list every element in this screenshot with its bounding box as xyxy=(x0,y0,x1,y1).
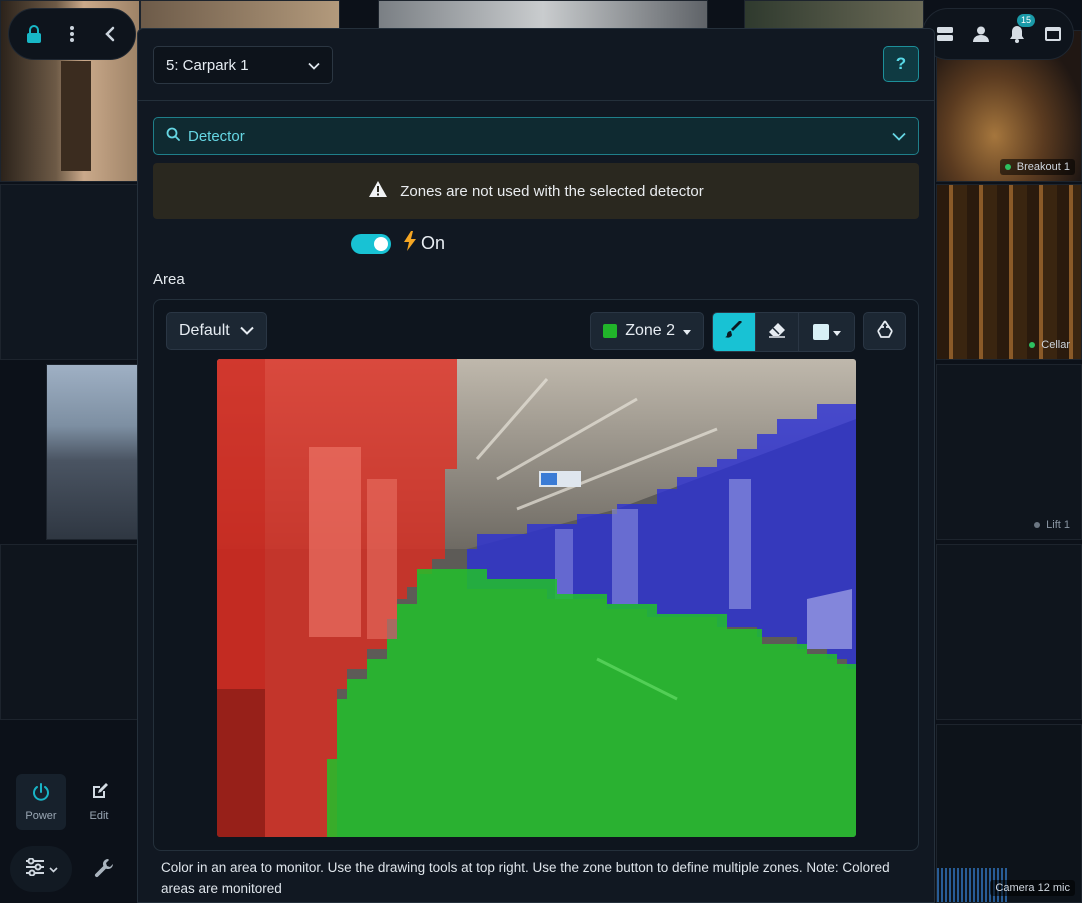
bell-icon[interactable]: 15 xyxy=(1007,14,1035,44)
camera-tile-mic[interactable]: Camera 12 mic xyxy=(936,724,1082,903)
zone-overlay-image[interactable] xyxy=(217,359,856,837)
color-swatch xyxy=(812,324,829,340)
tile-label: Cellar xyxy=(1024,337,1075,353)
camera-tile-top-2[interactable] xyxy=(378,0,708,30)
caret-down-icon xyxy=(683,322,691,340)
camera-zone-canvas[interactable] xyxy=(217,359,856,837)
camera-tile-empty[interactable] xyxy=(0,544,140,720)
help-text: Color in an area to monitor. Use the dra… xyxy=(161,860,890,896)
chevron-down-icon xyxy=(892,128,906,145)
eraser-icon xyxy=(768,322,786,343)
more-vertical-icon[interactable] xyxy=(63,25,81,43)
top-left-toolbar xyxy=(8,8,136,60)
tile-label: Lift 1 xyxy=(1029,517,1075,533)
power-label: Power xyxy=(25,809,57,822)
enable-toggle[interactable] xyxy=(351,233,391,254)
camera-tile-top-3[interactable] xyxy=(744,0,924,30)
top-right-toolbar: 15 xyxy=(922,8,1074,60)
chevron-left-icon[interactable] xyxy=(101,25,119,43)
preset-dropdown[interactable]: Default xyxy=(166,312,267,350)
tile-label: Camera 12 mic xyxy=(990,880,1075,896)
brush-tool-button[interactable] xyxy=(713,313,756,351)
edit-button[interactable]: Edit xyxy=(74,774,124,830)
tile-label: Breakout 1 xyxy=(999,159,1075,175)
power-button[interactable]: Power xyxy=(16,774,66,830)
camera-select[interactable]: 5: Carpark 1 xyxy=(153,46,333,84)
warning-banner: Zones are not used with the selected det… xyxy=(153,163,919,219)
toggle-label: On xyxy=(421,233,446,253)
power-icon xyxy=(32,782,50,804)
camera-tile-empty[interactable] xyxy=(936,544,1082,720)
chevron-down-icon xyxy=(48,862,58,876)
camera-tile-city[interactable] xyxy=(46,364,138,540)
help-button[interactable]: ? xyxy=(883,46,919,82)
caret-down-icon xyxy=(832,323,841,341)
search-icon xyxy=(166,127,180,145)
zone-color-swatch xyxy=(603,324,618,338)
warning-icon xyxy=(368,180,388,202)
layers-icon[interactable] xyxy=(935,24,955,44)
zone-label: Zone 2 xyxy=(625,322,675,339)
recycle-icon xyxy=(876,320,894,343)
wrench-icon[interactable] xyxy=(94,858,114,883)
zone-editor-dialog: 5: Carpark 1 ? Detector Zones are not us… xyxy=(137,28,935,903)
detector-select[interactable]: Detector xyxy=(153,117,919,155)
clear-zones-button[interactable] xyxy=(863,312,906,350)
chevron-down-icon xyxy=(308,57,320,74)
drawing-tools: Zone 2 xyxy=(590,312,906,352)
lightning-icon xyxy=(403,231,417,256)
brush-icon xyxy=(725,319,743,344)
camera-select-value: 5: Carpark 1 xyxy=(166,56,249,74)
area-editor: Default Zone 2 xyxy=(153,299,919,851)
window-icon[interactable] xyxy=(1043,24,1063,44)
camera-tile-lift[interactable]: Lift 1 xyxy=(936,364,1082,540)
lock-icon[interactable] xyxy=(25,25,43,43)
camera-tile-empty[interactable] xyxy=(0,184,140,360)
zone-dropdown[interactable]: Zone 2 xyxy=(590,312,704,350)
dialog-header: 5: Carpark 1 ? xyxy=(138,29,934,101)
notification-badge: 15 xyxy=(1016,14,1035,27)
user-icon[interactable] xyxy=(971,24,991,44)
warning-text: Zones are not used with the selected det… xyxy=(400,182,704,200)
edit-icon xyxy=(90,782,108,804)
camera-tile-cellar[interactable]: Cellar xyxy=(936,184,1082,360)
camera-tile-top-1[interactable] xyxy=(140,0,340,30)
color-picker-button[interactable] xyxy=(799,313,854,351)
eraser-tool-button[interactable] xyxy=(756,313,799,351)
enable-row: On xyxy=(351,231,445,256)
area-heading: Area xyxy=(153,271,185,288)
edit-label: Edit xyxy=(89,809,109,822)
paint-tool-group xyxy=(712,312,855,352)
chevron-down-icon xyxy=(240,322,254,340)
detector-label: Detector xyxy=(188,127,245,145)
settings-sliders-button[interactable] xyxy=(10,846,72,892)
toggle-state: On xyxy=(403,231,445,256)
preset-label: Default xyxy=(179,322,230,339)
sliders-icon xyxy=(25,857,45,881)
